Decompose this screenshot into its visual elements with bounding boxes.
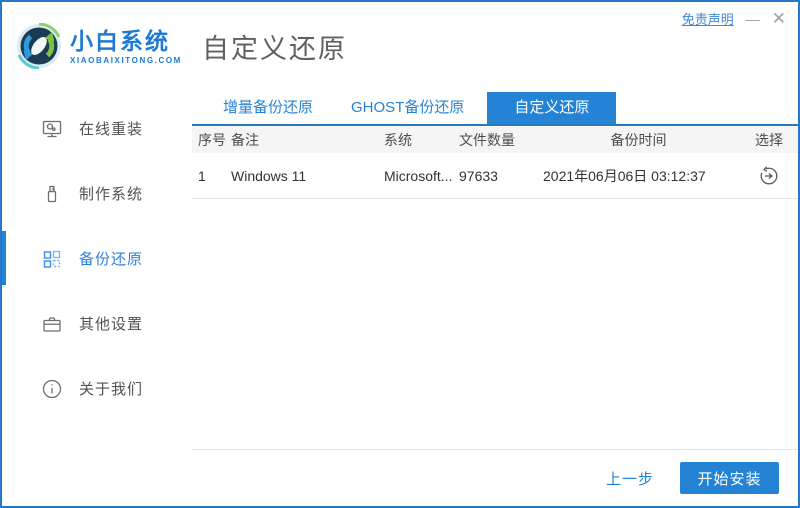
column-header-backup-time: 备份时间 — [610, 131, 667, 148]
grid-squares-icon — [40, 247, 64, 271]
brand-domain: XIAOBAIXITONG.COM — [70, 55, 182, 65]
brand-name: 小白系统 — [70, 27, 170, 54]
titlebar-controls: 免责声明 — ✕ — [682, 9, 786, 28]
sidebar: 在线重装 制作系统 备份还原 其他设置 关于我们 — [2, 90, 192, 506]
tab-bar: 增量备份还原 GHOST备份还原 自定义还原 — [192, 92, 798, 126]
row-index: 1 — [198, 167, 206, 184]
close-button[interactable]: ✕ — [772, 10, 786, 27]
minimize-button[interactable]: — — [746, 12, 760, 26]
usb-drive-icon — [40, 182, 64, 206]
brand-text: 小白系统 XIAOBAIXITONG.COM — [70, 28, 182, 65]
sidebar-item-label: 其他设置 — [79, 316, 144, 333]
table-row: 1 Windows 11 Microsoft... 97633 2021年06月… — [192, 153, 798, 199]
sidebar-item-label: 备份还原 — [79, 251, 144, 268]
backup-table: 序号 备注 系统 文件数量 备份时间 选择 1 Windows 11 Micro… — [192, 126, 798, 199]
header: 小白系统 XIAOBAIXITONG.COM 自定义还原 — [2, 2, 798, 90]
active-indicator — [2, 231, 6, 285]
app-window: 免责声明 — ✕ 小白系统 XIAOBAIXITONG.COM 自定义还原 在线… — [0, 0, 800, 508]
tab-incremental-backup-restore[interactable]: 增量备份还原 — [209, 92, 327, 124]
row-backup-time: 2021年06月06日 03:12:37 — [543, 167, 706, 184]
column-header-index: 序号 — [198, 131, 226, 148]
sidebar-item-other-settings[interactable]: 其他设置 — [2, 291, 192, 356]
sidebar-item-about-us[interactable]: 关于我们 — [2, 356, 192, 421]
brand-logo-block: 小白系统 XIAOBAIXITONG.COM — [2, 23, 192, 69]
table-header-row: 序号 备注 系统 文件数量 备份时间 选择 — [192, 126, 798, 153]
sidebar-item-label: 关于我们 — [79, 381, 144, 398]
tab-custom-restore[interactable]: 自定义还原 — [487, 92, 617, 124]
sidebar-item-label: 在线重装 — [79, 121, 144, 138]
info-circle-icon — [40, 377, 64, 401]
row-note: Windows 11 — [231, 167, 307, 184]
disclaimer-link[interactable]: 免责声明 — [682, 9, 734, 28]
page-title: 自定义还原 — [202, 33, 347, 64]
column-header-file-count: 文件数量 — [459, 131, 515, 148]
row-system: Microsoft... — [384, 167, 453, 184]
row-file-count: 97633 — [459, 167, 498, 184]
content-panel: 增量备份还原 GHOST备份还原 自定义还原 序号 备注 系统 文件数量 备份时… — [192, 90, 798, 506]
main-area: 在线重装 制作系统 备份还原 其他设置 关于我们 增量备份还原 GHOST备份还… — [2, 90, 798, 506]
restore-icon[interactable] — [757, 164, 781, 188]
back-button[interactable]: 上一步 — [606, 468, 654, 489]
column-header-select: 选择 — [755, 131, 783, 148]
briefcase-icon — [40, 312, 64, 336]
monitor-icon — [40, 117, 64, 141]
column-header-note: 备注 — [231, 131, 259, 148]
sidebar-item-online-reinstall[interactable]: 在线重装 — [2, 96, 192, 161]
tab-ghost-backup-restore[interactable]: GHOST备份还原 — [337, 92, 478, 124]
start-install-button[interactable]: 开始安装 — [680, 462, 779, 494]
footer-bar: 上一步 开始安装 — [192, 449, 798, 506]
sidebar-item-backup-restore[interactable]: 备份还原 — [2, 226, 192, 291]
sync-arrows-logo-icon — [16, 23, 62, 69]
column-header-system: 系统 — [384, 131, 412, 148]
sidebar-item-label: 制作系统 — [79, 186, 144, 203]
sidebar-item-make-system[interactable]: 制作系统 — [2, 161, 192, 226]
